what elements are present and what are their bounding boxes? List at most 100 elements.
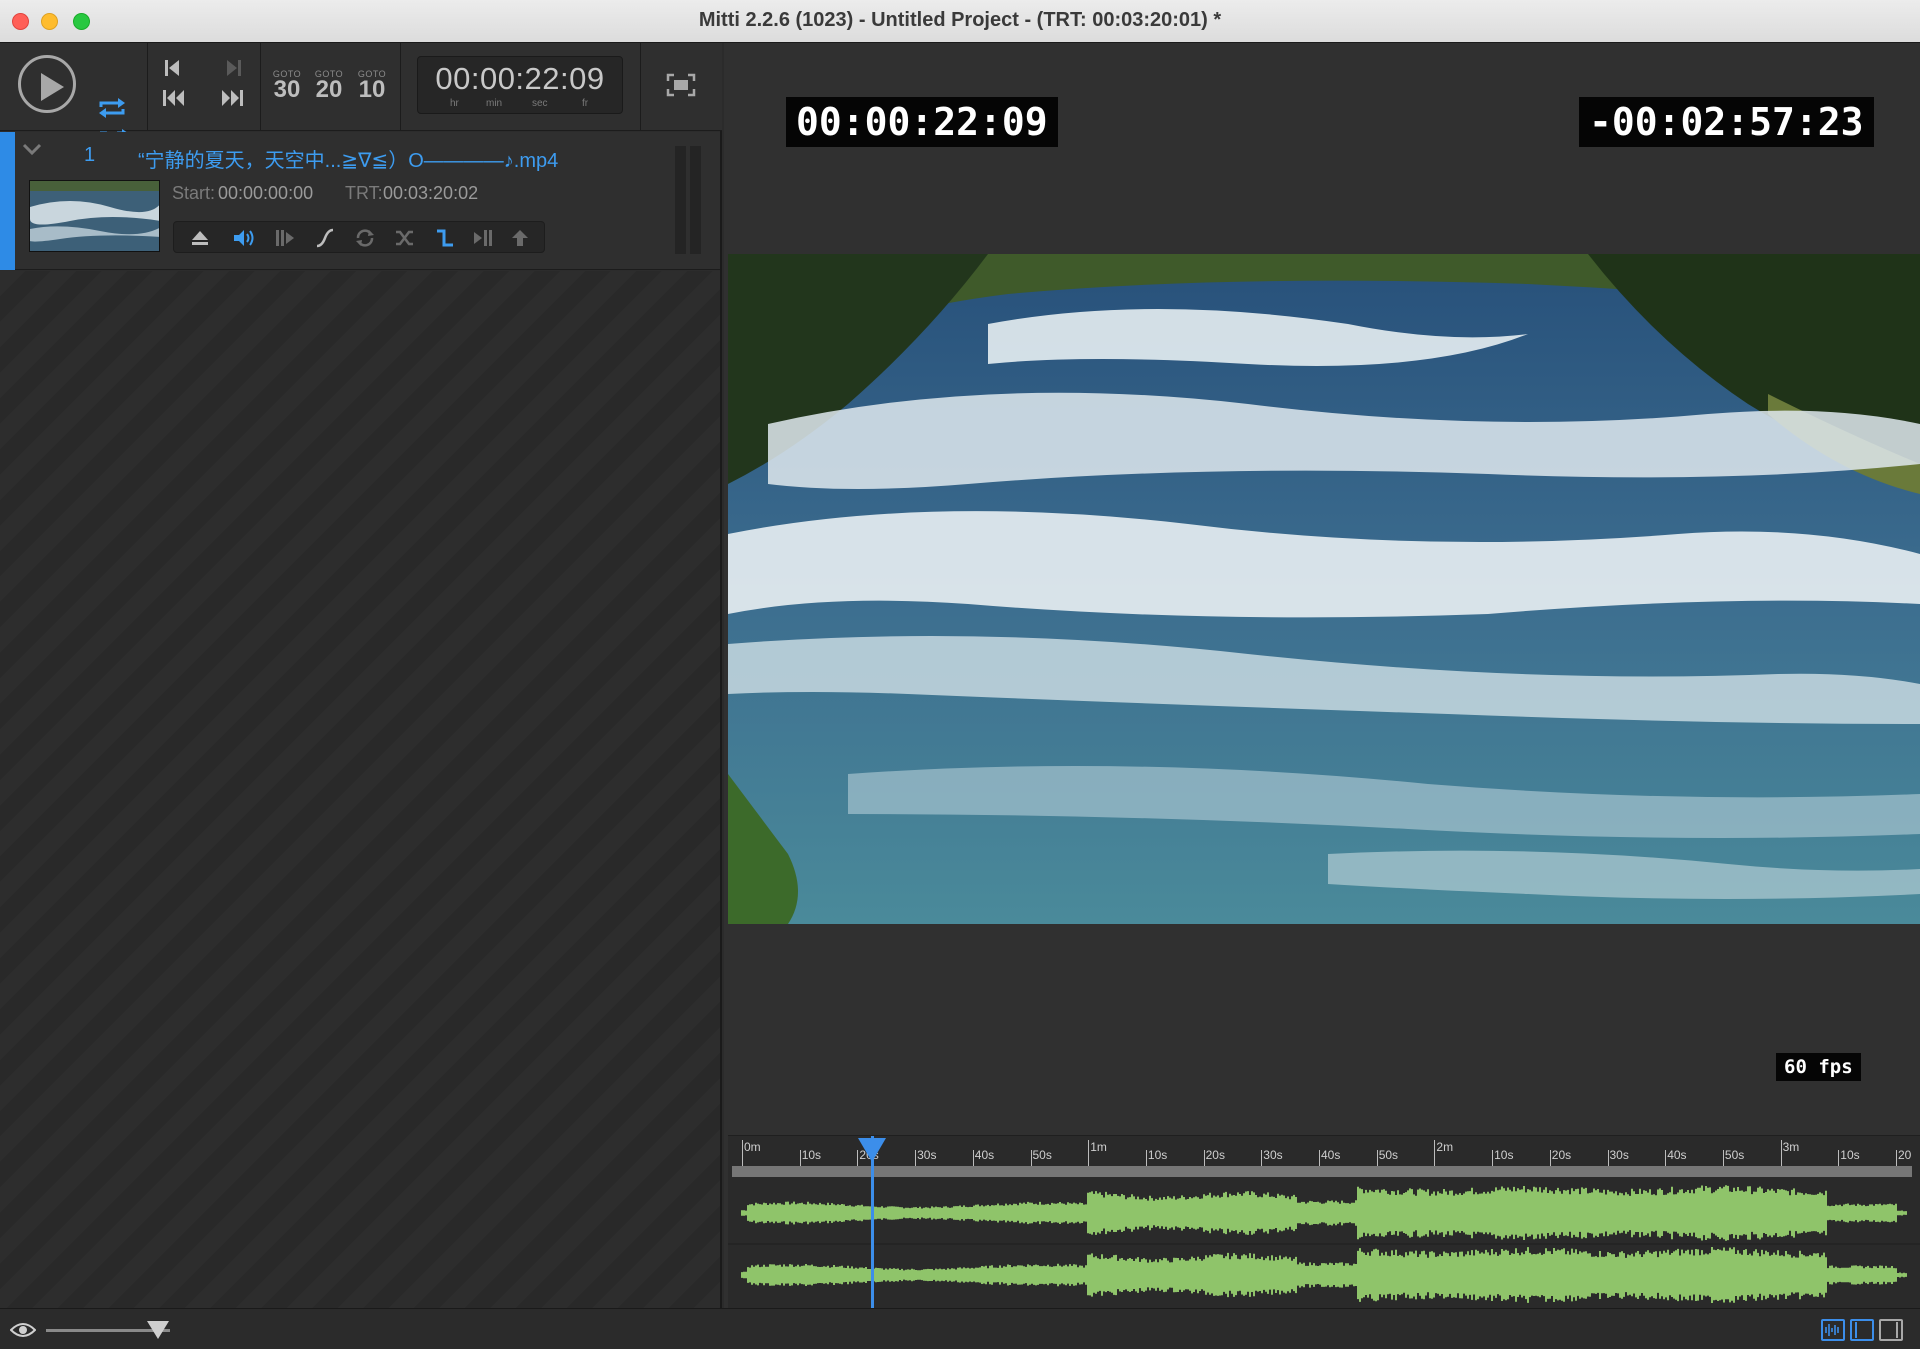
waveform-channel [741, 1247, 1907, 1303]
ruler-tick-label: 20s [1205, 1148, 1225, 1162]
preview-panel: 00:00:22:09 -00:02:57:23 60 fps 0m 10s 2… [724, 43, 1920, 1309]
cue-start-label: Start: [172, 183, 216, 203]
tc-unit-hr: hr [450, 98, 459, 109]
goto-10-button[interactable]: GOTO 10 [352, 69, 392, 103]
ruler-tick-label: 10s [1147, 1148, 1168, 1162]
pin-icon[interactable] [510, 228, 530, 248]
volume-icon[interactable] [232, 228, 256, 248]
title-bar: Mitti 2.2.6 (1023) - Untitled Project - … [0, 0, 1920, 43]
ruler-tick-label: 50s [1032, 1148, 1052, 1162]
goto-value: 10 [358, 76, 386, 103]
river-rapids-image [728, 254, 1920, 924]
ruler-tick [1549, 1150, 1551, 1166]
waveform-view-icon[interactable] [1821, 1319, 1845, 1341]
ruler-tick [1722, 1150, 1724, 1166]
left-panel-view-icon[interactable] [1850, 1319, 1874, 1341]
ruler-tick-label: 0m [744, 1140, 761, 1154]
tc-unit-min: min [486, 98, 503, 109]
empty-cue-list-area[interactable] [0, 271, 720, 1308]
cue-start-value[interactable]: 00:00:00:00 [218, 183, 313, 204]
goto-value: 30 [273, 76, 301, 103]
ruler-tick-label: 30s [917, 1148, 937, 1162]
goto-value: 20 [315, 76, 343, 103]
ruler-tick [1665, 1150, 1667, 1166]
ruler-tick [1376, 1150, 1378, 1166]
ruler-tick-label: 50s [1378, 1148, 1399, 1162]
window-title: Mitti 2.2.6 (1023) - Untitled Project - … [698, 9, 1222, 31]
ruler-tick-label: 40s [1667, 1148, 1687, 1162]
fps-badge: 60 fps [1776, 1053, 1861, 1081]
ruler-tick-label: 40s [1321, 1148, 1341, 1162]
goto-20-button[interactable]: GOTO 20 [309, 69, 349, 103]
ruler-tick [1492, 1150, 1494, 1166]
cue-trt-label: TRT: [345, 183, 383, 203]
timecode-value: 00:00:22:09 [435, 61, 605, 96]
ruler-tick-label: 10s [1840, 1148, 1860, 1162]
eye-icon[interactable] [10, 1321, 36, 1339]
ruler-tick-label: 3m [1782, 1140, 1800, 1154]
ruler-tick [1319, 1150, 1320, 1166]
cue-trt-value: 00:03:20:02 [383, 183, 479, 203]
audio-level-meter [675, 146, 705, 254]
ruler-tick-label: 50s [1724, 1148, 1745, 1162]
cue-list-panel: GOTO 30 GOTO 20 GOTO 10 00:00:22:09 hr m… [0, 43, 722, 1308]
loop-icon[interactable] [354, 228, 376, 248]
playhead-handle[interactable] [858, 1138, 887, 1162]
ruler-tick-label: 20s [1551, 1148, 1572, 1162]
play-button[interactable] [18, 55, 76, 113]
in-point-icon[interactable] [274, 228, 296, 248]
chevron-down-icon[interactable] [22, 142, 42, 156]
mitti-window: Mitti 2.2.6 (1023) - Untitled Project - … [0, 0, 1920, 1349]
ruler-tick-label: 30s [1263, 1148, 1283, 1162]
next-icon[interactable] [226, 58, 242, 78]
transport-toolbar: GOTO 30 GOTO 20 GOTO 10 00:00:22:09 hr m… [0, 43, 722, 151]
goto-30-button[interactable]: GOTO 30 [267, 69, 307, 103]
ruler-tick [915, 1150, 917, 1166]
shuffle-icon[interactable] [394, 228, 416, 248]
ruler-tick-label: 10s [1494, 1148, 1514, 1162]
ruler-tick [1030, 1150, 1032, 1166]
ruler-tick [742, 1140, 743, 1166]
audio-waveform [728, 1185, 1920, 1303]
rewind-icon[interactable] [162, 88, 186, 108]
ruler-tick-label: 40s [974, 1148, 995, 1162]
ruler-tick [1203, 1150, 1205, 1166]
follow-action-icon[interactable] [434, 228, 456, 248]
cue-thumbnail [29, 180, 160, 252]
ruler-tick [1780, 1140, 1782, 1166]
remaining-timecode: -00:02:57:23 [1579, 97, 1874, 147]
water-thumbnail-image [30, 181, 159, 251]
ruler-tick [1838, 1150, 1840, 1166]
zoom-slider-thumb[interactable] [146, 1321, 169, 1339]
ruler-tick [972, 1150, 974, 1166]
timeline[interactable]: 0m 10s 20s 30s 40s 50s 1m 10s 20s 30s 40s 50s 2m 10s 2… [728, 1135, 1920, 1309]
right-panel-view-icon[interactable] [1879, 1319, 1903, 1341]
fade-curve-icon[interactable] [314, 228, 336, 248]
ruler-tick-label: 20 [1898, 1148, 1912, 1162]
status-bar [0, 1308, 1920, 1349]
elapsed-timecode: 00:00:22:09 [786, 97, 1058, 147]
cue-row[interactable]: 1 “宁静的夏天，天空中...≧∇≦）O————♪.mp4 Start: 00:… [0, 132, 720, 270]
tc-unit-fr: fr [582, 98, 589, 109]
scrub-bar[interactable] [732, 1166, 1912, 1177]
out-point-icon[interactable] [472, 228, 494, 248]
ruler-tick [799, 1150, 801, 1166]
timeline-ruler: 0m 10s 20s 30s 40s 50s 1m 10s 20s 30s 40s 50s 2m 10s 2… [728, 1136, 1920, 1168]
eject-icon[interactable] [190, 228, 210, 248]
cue-name[interactable]: “宁静的夏天，天空中...≧∇≦）O————♪.mp4 [138, 144, 558, 173]
ruler-tick [1896, 1150, 1897, 1166]
tc-unit-sec: sec [532, 98, 548, 109]
loop-icon[interactable] [97, 97, 127, 119]
cue-controls-bar [173, 221, 545, 253]
fullscreen-icon[interactable] [666, 73, 696, 97]
ruler-tick [1088, 1140, 1090, 1166]
ruler-tick [1261, 1150, 1263, 1166]
waveform-channel [741, 1185, 1907, 1241]
cue-number: 1 [84, 144, 96, 166]
fast-forward-icon[interactable] [220, 88, 244, 108]
ruler-tick-label: 30s [1609, 1148, 1629, 1162]
play-icon [41, 73, 64, 101]
ruler-tick-label: 1m [1090, 1140, 1107, 1154]
previous-icon[interactable] [164, 58, 180, 78]
ruler-tick-label: 2m [1436, 1140, 1454, 1154]
